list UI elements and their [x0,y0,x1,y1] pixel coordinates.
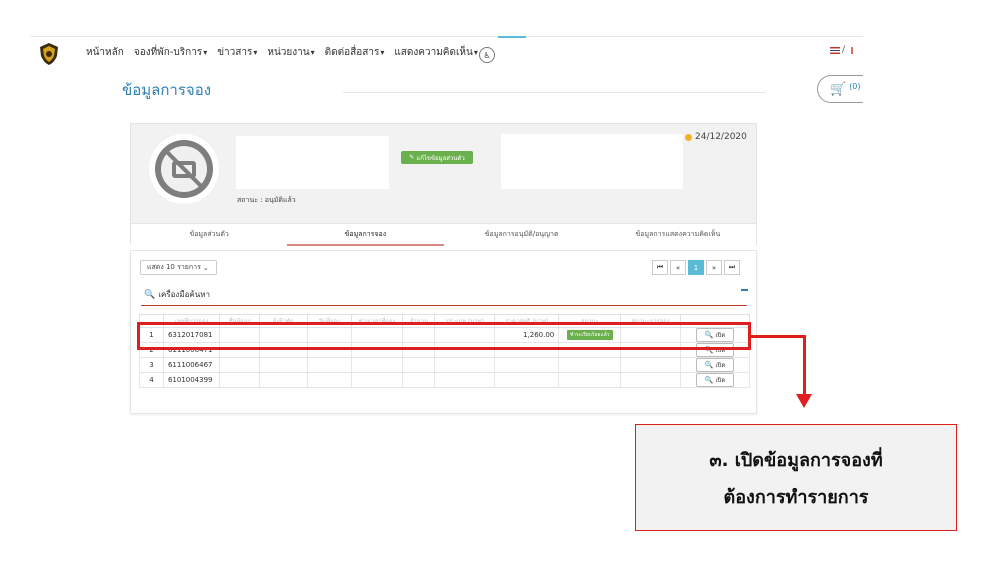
nav-menu: หน้าหลัก จองที่พัก-บริการ ข่าวสาร หน่วยงาน ต… [86,45,478,60]
nav-item-1[interactable]: จองที่พัก-บริการ [134,45,207,60]
tab-1[interactable]: ข้อมูลการจอง [287,224,444,246]
row-number: 4 [149,376,154,384]
title-divider [343,92,766,93]
logo-emblem-icon[interactable] [38,42,60,66]
nav-item-5[interactable]: แสดงความคิดเห็น [394,45,477,60]
thai-flag-icon[interactable] [830,46,840,54]
arrow-down-icon [796,394,812,408]
nav-item-0[interactable]: หน้าหลัก [86,45,124,60]
search-tools-toggle[interactable]: 🔍 เครื่องมือค้นหา [141,284,747,306]
collapse-icon[interactable] [741,289,748,291]
profile-date: 24/12/2020 [685,132,747,142]
highlight-box [137,322,751,350]
edit-icon: ✎ [409,154,415,161]
tab-2[interactable]: ข้อมูลการอนุมัติ/อนุญาต [444,224,600,245]
nav-item-3[interactable]: หน่วยงาน [267,45,314,60]
callout-line-1: ๓. เปิดข้อมูลการจองที่ [709,449,883,471]
search-icon: 🔍 [704,376,714,384]
nav-item-2[interactable]: ข่าวสาร [217,45,257,60]
nav-item-4[interactable]: ติดต่อสื่อสาร [325,45,385,60]
main-navbar: หน้าหลัก จองที่พัก-บริการ ข่าวสาร หน่วยงาน ต… [30,36,863,71]
open-label: เปิด [715,362,726,369]
cart-count: (0) [849,81,861,91]
booking-number: 6111006467 [167,361,213,369]
table-row[interactable]: 4 6101004399 🔍 เปิด [139,372,750,388]
approval-status: สถานะ : อนุมัติแล้ว [237,196,296,204]
profile-name-area [236,136,389,189]
edit-profile-label: แก้ไขข้อมูลส่วนตัว [416,154,465,162]
search-icon: 🔍 [144,289,156,300]
row-number: 3 [149,361,154,369]
language-switcher[interactable]: / [830,45,858,55]
open-label: เปิด [715,377,726,384]
profile-card: สถานะ : อนุมัติแล้ว ✎ แก้ไขข้อมูลส่วนตัว… [130,123,757,246]
tab-0[interactable]: ข้อมูลส่วนตัว [131,224,287,245]
nav-active-indicator [498,36,526,38]
pager-prev-button[interactable]: « [670,260,686,275]
table-row[interactable]: 3 6111006467 🔍 เปิด [139,357,750,373]
edit-profile-button[interactable]: ✎ แก้ไขข้อมูลส่วนตัว [401,151,473,164]
page-size-select[interactable]: แสดง 10 รายการ ⌄ [140,260,217,275]
pager-first-button[interactable]: ⏮ [652,260,668,275]
cart-icon: 🛒 [830,81,847,97]
accessibility-icon[interactable]: ♿ [479,47,495,63]
pager-last-button[interactable]: ⏭ [724,260,740,275]
connector-line-vertical [803,335,806,395]
callout-line-2: ต้องการทำรายการ [723,486,869,508]
chevron-down-icon: ⌄ [202,263,209,272]
cart-button[interactable]: 🛒 (0) [817,75,863,103]
page-title: ข้อมูลการจอง [122,81,212,99]
avatar [149,134,219,204]
profile-tabs: ข้อมูลส่วนตัว ข้อมูลการจอง ข้อมูลการอนุมัต… [131,223,756,246]
search-tools-label: เครื่องมือค้นหา [158,290,210,299]
open-booking-button[interactable]: 🔍 เปิด [695,373,735,387]
clock-icon [685,133,692,141]
pager-next-button[interactable]: » [706,260,722,275]
uk-flag-icon[interactable] [847,46,858,54]
open-booking-button[interactable]: 🔍 เปิด [695,358,735,372]
booking-number: 6101004399 [167,376,213,384]
tab-3[interactable]: ข้อมูลการแสดงความคิดเห็น [600,224,756,245]
language-separator: / [842,45,846,55]
profile-date-value: 24/12/2020 [695,132,747,142]
profile-info-area [501,134,683,189]
search-icon: 🔍 [704,361,714,369]
instruction-callout: ๓. เปิดข้อมูลการจองที่ ต้องการทำรายการ [635,424,957,531]
pagination: ⏮ « 1 » ⏭ [652,260,740,275]
pager-page-1[interactable]: 1 [688,260,704,275]
connector-line [751,335,806,338]
page-size-label: แสดง 10 รายการ [147,263,201,271]
